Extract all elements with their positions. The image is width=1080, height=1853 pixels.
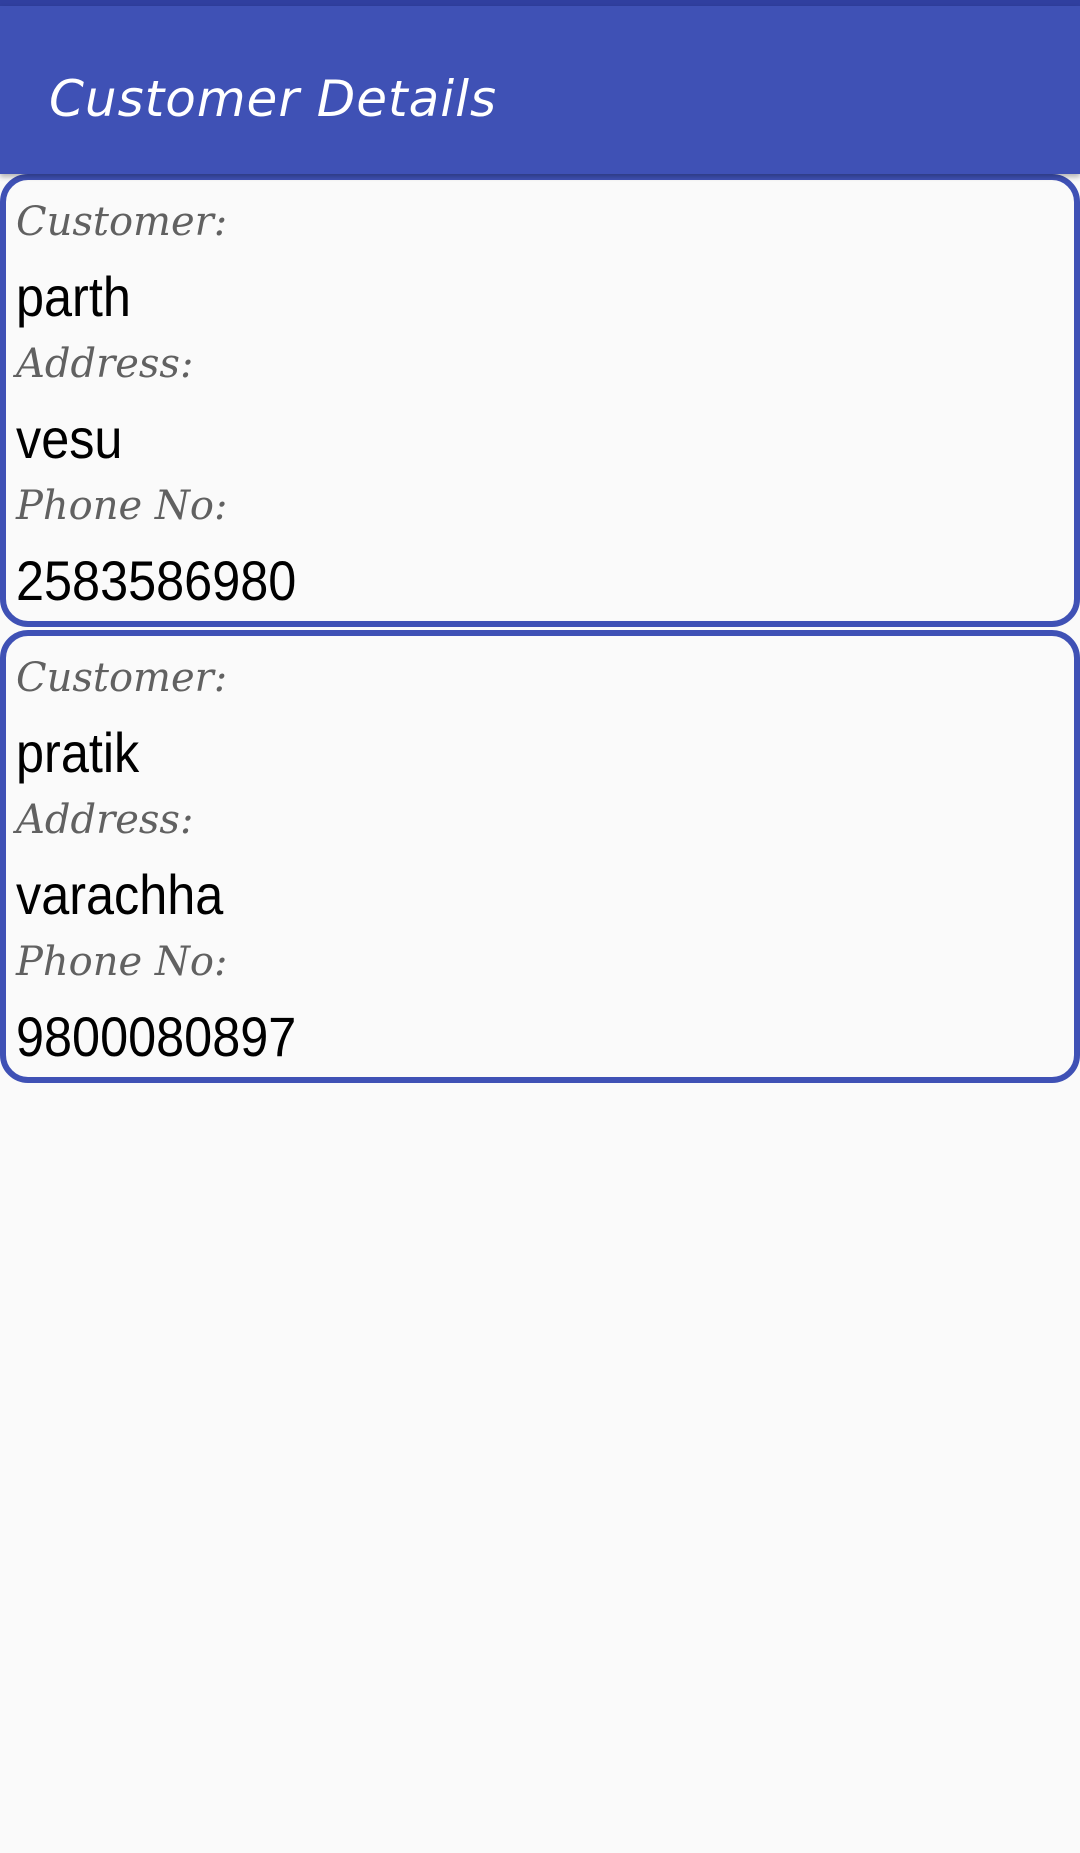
address-label: Address: xyxy=(16,341,194,387)
customer-card[interactable]: Customer: parth Address: vesu Phone No: … xyxy=(0,174,1080,627)
phone-label: Phone No: xyxy=(16,483,228,529)
customer-label: Customer: xyxy=(16,655,228,701)
customer-card[interactable]: Customer: pratik Address: varachha Phone… xyxy=(0,630,1080,1083)
app-bar: Customer Details xyxy=(0,6,1080,174)
page-title: Customer Details xyxy=(49,70,498,128)
customer-name: pratik xyxy=(16,721,140,784)
phone-label: Phone No: xyxy=(16,939,228,985)
customer-label: Customer: xyxy=(16,199,228,245)
customer-name: parth xyxy=(16,265,131,328)
customer-address: vesu xyxy=(16,407,123,470)
customer-address: varachha xyxy=(16,863,224,926)
address-label: Address: xyxy=(16,797,194,843)
customer-phone: 2583586980 xyxy=(16,549,297,612)
customer-phone: 9800080897 xyxy=(16,1005,297,1068)
